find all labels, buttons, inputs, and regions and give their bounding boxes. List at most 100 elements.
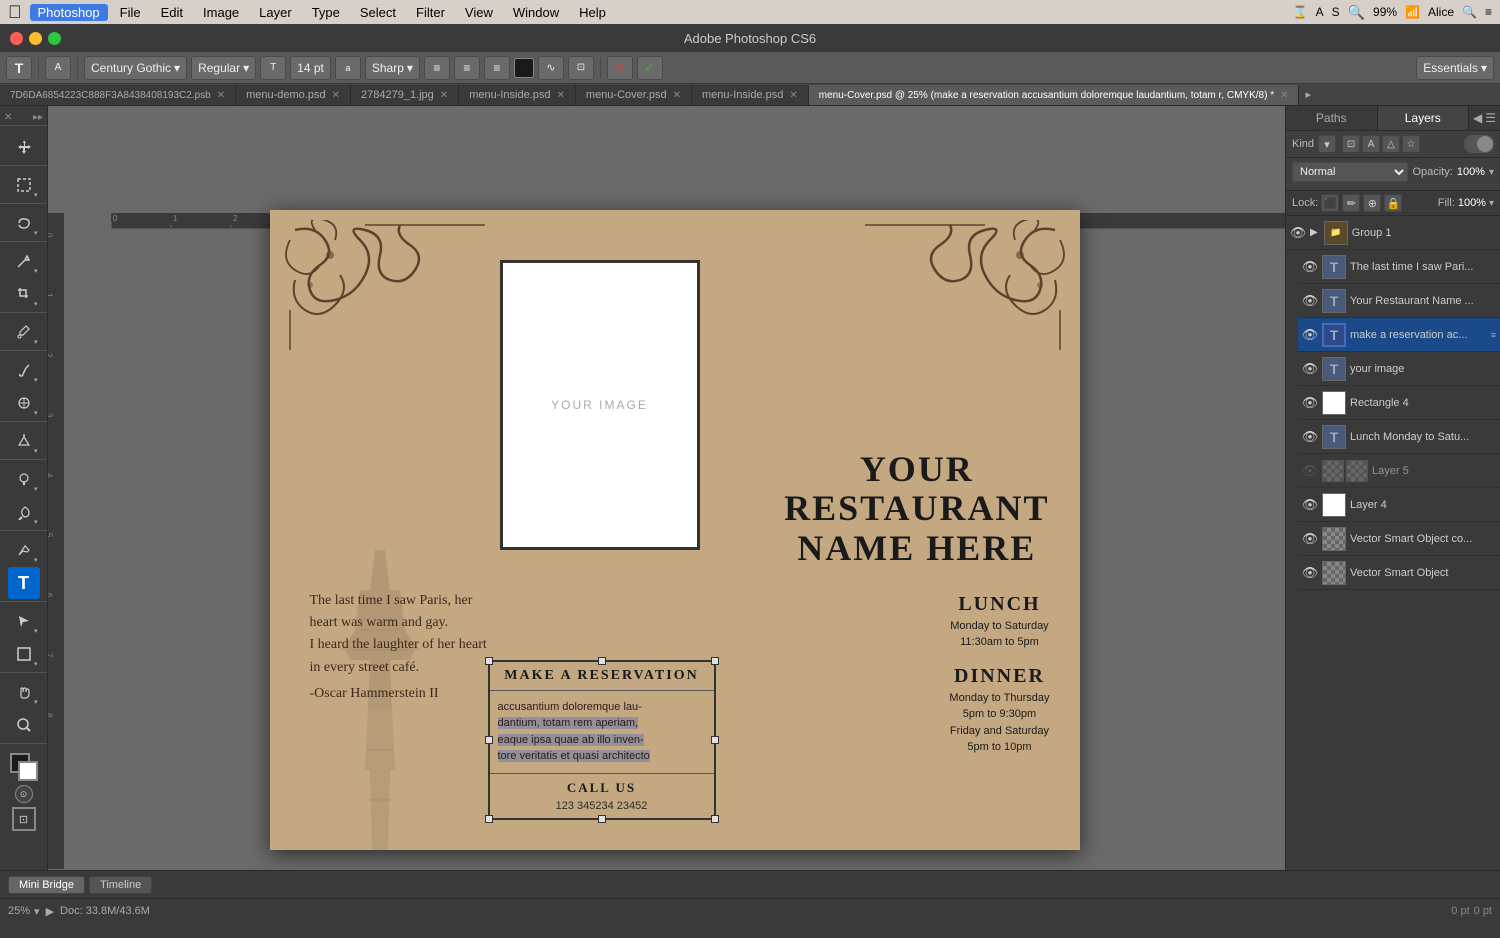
screen-mode-btn[interactable]: ⊡ xyxy=(12,807,36,831)
tabs-overflow[interactable]: ▸ xyxy=(1299,88,1317,101)
menu-image[interactable]: Image xyxy=(195,4,247,21)
blend-mode-select[interactable]: Normal xyxy=(1292,162,1408,182)
layer-4[interactable]: 👁 Layer 4 xyxy=(1298,488,1500,522)
move-tool[interactable] xyxy=(8,131,40,163)
layer-vso1[interactable]: 👁 Vector Smart Object co... xyxy=(1298,522,1500,556)
anti-alias-selector[interactable]: Sharp ▾ xyxy=(365,56,420,80)
layer-text2[interactable]: 👁 T Your Restaurant Name ... xyxy=(1298,284,1500,318)
layer-text4-visibility[interactable]: 👁 xyxy=(1302,361,1318,377)
marquee-tool[interactable]: ▾ xyxy=(8,169,40,201)
menu-layer[interactable]: Layer xyxy=(251,4,300,21)
commit-btn[interactable]: ✓ xyxy=(637,56,663,80)
tab-5[interactable]: menu-Inside.psd ✕ xyxy=(692,85,809,105)
menu-file[interactable]: File xyxy=(112,4,149,21)
layer-vso1-visibility[interactable]: 👁 xyxy=(1302,531,1318,547)
tab-6-close[interactable]: ✕ xyxy=(1280,90,1288,101)
tab-4-close[interactable]: ✕ xyxy=(673,90,681,101)
menu-help[interactable]: Help xyxy=(571,4,614,21)
opacity-arrow[interactable]: ▾ xyxy=(1489,167,1494,178)
menu-select[interactable]: Select xyxy=(352,4,404,21)
filter-toggle[interactable] xyxy=(1464,135,1494,153)
layer-text1[interactable]: 👁 T The last time I saw Pari... xyxy=(1298,250,1500,284)
layer-rect4[interactable]: 👁 Rectangle 4 xyxy=(1298,386,1500,420)
color-swatch[interactable] xyxy=(514,58,534,78)
tool-type-icon[interactable]: T xyxy=(6,56,32,80)
pen-tool[interactable]: ▾ xyxy=(8,534,40,566)
kind-selector[interactable]: ▾ xyxy=(1318,135,1336,153)
menu-photoshop[interactable]: Photoshop xyxy=(30,4,108,21)
align-right-btn[interactable]: ≡ xyxy=(484,56,510,80)
rect-tool[interactable]: ▾ xyxy=(8,638,40,670)
layer-text3-visibility[interactable]: 👁 xyxy=(1302,327,1318,343)
layer-text1-visibility[interactable]: 👁 xyxy=(1302,259,1318,275)
font-style-selector[interactable]: Regular ▾ xyxy=(191,56,256,80)
warp-text-btn[interactable]: ∿ xyxy=(538,56,564,80)
font-family-selector[interactable]: Century Gothic ▾ xyxy=(84,56,187,80)
zoom-arrow[interactable]: ▾ xyxy=(34,905,40,918)
close-button[interactable] xyxy=(10,32,23,45)
type-filter-btn[interactable]: A xyxy=(1362,135,1380,153)
wand-tool[interactable]: ▾ xyxy=(8,245,40,277)
canvas-scroll[interactable]: YOUR IMAGE YOURRESTAURANTNAME HERE xyxy=(48,106,1285,937)
lock-all-btn[interactable]: 🔒 xyxy=(1384,194,1402,212)
lock-move-btn[interactable]: ⊕ xyxy=(1363,194,1381,212)
layer-vso2-visibility[interactable]: 👁 xyxy=(1302,565,1318,581)
tab-layers[interactable]: Layers xyxy=(1378,106,1470,130)
tab-3[interactable]: menu-Inside.psd ✕ xyxy=(459,85,576,105)
tab-2-close[interactable]: ✕ xyxy=(440,90,448,101)
status-arrow[interactable]: ▶ xyxy=(46,905,54,918)
layer-text5-visibility[interactable]: 👁 xyxy=(1302,429,1318,445)
font-size-decrease[interactable]: T xyxy=(260,56,286,80)
menu-type[interactable]: Type xyxy=(304,4,348,21)
panel-collapse-btn[interactable]: ◀ xyxy=(1473,111,1482,125)
layer-text3[interactable]: 👁 T make a reservation ac... ≡ xyxy=(1298,318,1500,352)
path-select-tool[interactable]: ▾ xyxy=(8,605,40,637)
spotlight-icon[interactable]: 🔍 xyxy=(1462,5,1477,19)
tools-panel-expand[interactable]: ▸▸ xyxy=(33,112,43,123)
tab-1[interactable]: menu-demo.psd ✕ xyxy=(236,85,351,105)
layer-4-visibility[interactable]: 👁 xyxy=(1302,497,1318,513)
crop-tool[interactable]: ▾ xyxy=(8,278,40,310)
tab-4[interactable]: menu-Cover.psd ✕ xyxy=(576,85,692,105)
menu-view[interactable]: View xyxy=(457,4,501,21)
layer-5[interactable]: 👁 Layer 5 xyxy=(1298,454,1500,488)
menu-filter[interactable]: Filter xyxy=(408,4,453,21)
layer-5-visibility[interactable]: 👁 xyxy=(1302,463,1318,479)
tab-paths[interactable]: Paths xyxy=(1286,106,1378,130)
quick-mask-btn[interactable]: ⊙ xyxy=(15,785,33,803)
menu-edit[interactable]: Edit xyxy=(153,4,191,21)
tab-6[interactable]: menu-Cover.psd @ 25% (make a reservation… xyxy=(809,85,1300,105)
menu-window[interactable]: Window xyxy=(505,4,567,21)
dodge-tool[interactable]: ▾ xyxy=(8,496,40,528)
tool-text-icon[interactable]: A xyxy=(45,56,71,80)
search-icon[interactable]: 🔍 xyxy=(1348,4,1365,21)
panel-menu-btn[interactable]: ☰ xyxy=(1485,111,1496,125)
lasso-tool[interactable]: ▾ xyxy=(8,207,40,239)
layer-text4[interactable]: 👁 T your image xyxy=(1298,352,1500,386)
layer-group1-visibility[interactable]: 👁 xyxy=(1290,225,1306,241)
notification-icon[interactable]: ≡ xyxy=(1485,5,1492,19)
eyedropper-tool[interactable]: ▾ xyxy=(8,316,40,348)
char-panel-btn[interactable]: ⊡ xyxy=(568,56,594,80)
font-size-input[interactable]: 14 pt xyxy=(290,56,331,80)
cancel-btn[interactable]: ⊘ xyxy=(607,56,633,80)
essentials-selector[interactable]: Essentials ▾ xyxy=(1416,56,1494,80)
layer-text2-visibility[interactable]: 👁 xyxy=(1302,293,1318,309)
blur-tool[interactable]: ▾ xyxy=(8,463,40,495)
minimize-button[interactable] xyxy=(29,32,42,45)
tab-2[interactable]: 2784279_1.jpg ✕ xyxy=(351,85,459,105)
paint-bucket-tool[interactable]: ▾ xyxy=(8,425,40,457)
reservation-box[interactable]: MAKE A RESERVATION accusantium doloremqu… xyxy=(488,660,716,820)
background-color[interactable] xyxy=(18,761,38,781)
layer-vso2[interactable]: 👁 Vector Smart Object xyxy=(1298,556,1500,590)
brush-tool[interactable]: ▾ xyxy=(8,354,40,386)
text-tool[interactable]: T xyxy=(8,567,40,599)
timeline-tab[interactable]: Timeline xyxy=(89,876,152,894)
align-left-btn[interactable]: ≡ xyxy=(424,56,450,80)
pixel-filter-btn[interactable]: ⊡ xyxy=(1342,135,1360,153)
smart-filter-btn[interactable]: ☆ xyxy=(1402,135,1420,153)
tab-3-close[interactable]: ✕ xyxy=(557,90,565,101)
clone-tool[interactable]: ▾ xyxy=(8,387,40,419)
shape-filter-btn[interactable]: △ xyxy=(1382,135,1400,153)
tab-0-close[interactable]: ✕ xyxy=(217,90,225,101)
